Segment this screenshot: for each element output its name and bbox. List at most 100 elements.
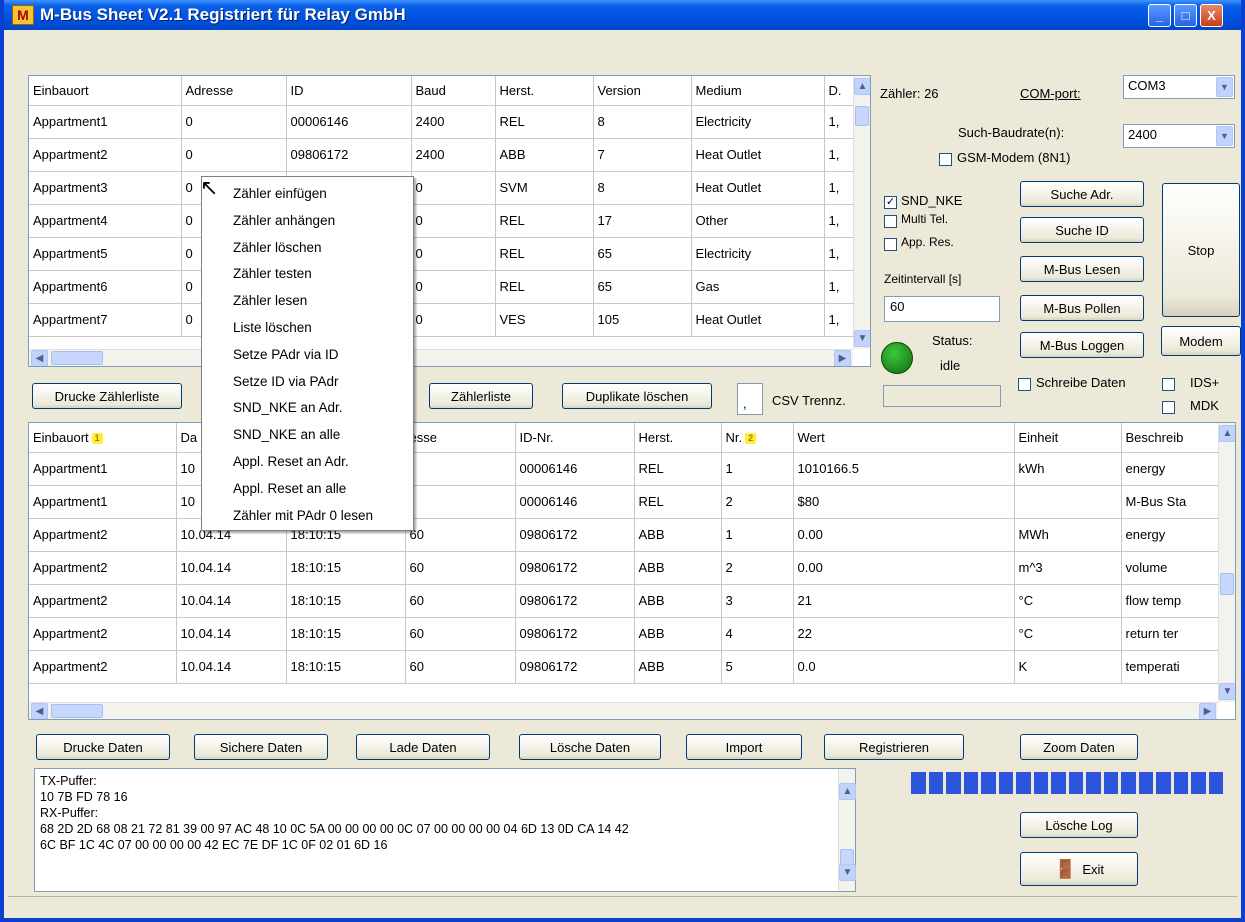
data-cell[interactable]: 09806172	[515, 617, 635, 651]
meter-cell[interactable]: Appartment4	[29, 204, 182, 238]
meter-cell[interactable]: ABB	[495, 138, 594, 172]
scroll-up-icon[interactable]: ▲	[839, 783, 856, 800]
data-cell[interactable]	[405, 485, 516, 519]
mbus-pollen-button[interactable]: M-Bus Pollen	[1020, 295, 1144, 321]
data-cell[interactable]: 10.04.14	[176, 650, 287, 684]
loesche-log-button[interactable]: Lösche Log	[1020, 812, 1138, 838]
meter-cell[interactable]: Appartment7	[29, 303, 182, 337]
data-row[interactable]: Appartment2 10.04.14 18:10:15 60 09806172 ABB…	[29, 617, 1220, 651]
meter-cell[interactable]: 105	[593, 303, 692, 337]
drucke-zaehlerliste-button[interactable]: Drucke Zählerliste	[32, 383, 182, 409]
data-column-header[interactable]: Wert	[793, 423, 1015, 453]
context-menu-item[interactable]: Appl. Reset an Adr.	[202, 449, 413, 476]
meter-hscroll[interactable]: ◀ ▶	[29, 349, 853, 366]
data-cell[interactable]: Appartment2	[29, 518, 177, 552]
data-cell[interactable]: 2	[721, 485, 794, 519]
data-column-header[interactable]: Nr. 2	[721, 423, 794, 453]
data-cell[interactable]: REL	[634, 485, 722, 519]
data-cell[interactable]: 10.04.14	[176, 617, 287, 651]
data-cell[interactable]: 60	[405, 584, 516, 618]
meter-cell[interactable]: 0	[411, 237, 496, 271]
data-cell[interactable]: Appartment2	[29, 617, 177, 651]
meter-cell[interactable]: 7	[593, 138, 692, 172]
meter-cell[interactable]: VES	[495, 303, 594, 337]
data-cell[interactable]: 60	[405, 617, 516, 651]
data-column-header[interactable]: Einbauort 1	[29, 423, 177, 453]
data-cell[interactable]: 1	[721, 518, 794, 552]
meter-cell[interactable]: REL	[495, 237, 594, 271]
meter-cell[interactable]: 1,	[824, 270, 856, 304]
data-cell[interactable]: 09806172	[515, 650, 635, 684]
data-cell[interactable]: °C	[1014, 584, 1122, 618]
data-cell[interactable]: 10.04.14	[176, 584, 287, 618]
data-vscroll[interactable]: ▲ ▼	[1218, 423, 1235, 702]
meter-cell[interactable]: REL	[495, 105, 594, 139]
meter-cell[interactable]: REL	[495, 204, 594, 238]
data-cell[interactable]: kWh	[1014, 452, 1122, 486]
mdk-checkbox[interactable]	[1162, 401, 1175, 414]
context-menu-item[interactable]: Zähler einfügen	[202, 181, 413, 208]
data-cell[interactable]: 60	[405, 650, 516, 684]
scroll-left-icon[interactable]: ◀	[31, 350, 48, 366]
meter-cell[interactable]: 0	[411, 204, 496, 238]
scroll-down-icon[interactable]: ▼	[854, 330, 870, 347]
data-cell[interactable]	[405, 452, 516, 486]
meter-cell[interactable]: SVM	[495, 171, 594, 205]
meter-column-header[interactable]: Einbauort	[29, 76, 182, 106]
import-button[interactable]: Import	[686, 734, 802, 760]
context-menu-item[interactable]: Setze ID via PAdr	[202, 369, 413, 396]
meter-cell[interactable]: 0	[411, 303, 496, 337]
data-cell[interactable]: ABB	[634, 551, 722, 585]
meter-column-header[interactable]: ID	[286, 76, 412, 106]
meter-column-header[interactable]: D.	[824, 76, 856, 106]
multi-tel-checkbox[interactable]	[884, 215, 897, 228]
csv-separator-input[interactable]: ,	[737, 383, 763, 415]
data-cell[interactable]: Appartment2	[29, 584, 177, 618]
context-menu-item[interactable]: SND_NKE an alle	[202, 422, 413, 449]
meter-cell[interactable]: Gas	[691, 270, 825, 304]
zaehlerliste-button[interactable]: Zählerliste	[429, 383, 533, 409]
meter-vscroll[interactable]: ▲ ▼	[853, 76, 870, 349]
meter-cell[interactable]: 1,	[824, 303, 856, 337]
meter-cell[interactable]: 09806172	[286, 138, 412, 172]
minimize-button[interactable]: _	[1148, 4, 1171, 27]
com-port-select[interactable]: COM3 ▼	[1123, 75, 1235, 99]
app-res-checkbox[interactable]	[884, 238, 897, 251]
meter-list-grid[interactable]: Einbauort Adresse ID Baud Herst. Version Mediu…	[28, 75, 871, 367]
meter-cell[interactable]: Appartment1	[29, 105, 182, 139]
mbus-lesen-button[interactable]: M-Bus Lesen	[1020, 256, 1144, 282]
meter-cell[interactable]: REL	[495, 270, 594, 304]
meter-cell[interactable]: Appartment3	[29, 171, 182, 205]
suche-adr-button[interactable]: Suche Adr.	[1020, 181, 1144, 207]
meter-cell[interactable]: Other	[691, 204, 825, 238]
meter-cell[interactable]: 2400	[411, 105, 496, 139]
meter-cell[interactable]: 00006146	[286, 105, 412, 139]
data-cell[interactable]	[1014, 485, 1122, 519]
data-cell[interactable]: 0.00	[793, 518, 1015, 552]
gsm-modem-checkbox[interactable]	[939, 153, 952, 166]
data-cell[interactable]: 5	[721, 650, 794, 684]
scroll-thumb[interactable]	[840, 849, 854, 865]
modem-button[interactable]: Modem	[1161, 326, 1241, 356]
data-cell[interactable]: m^3	[1014, 551, 1122, 585]
meter-column-header[interactable]: Version	[593, 76, 692, 106]
meter-cell[interactable]: 1,	[824, 171, 856, 205]
data-column-header[interactable]: Herst.	[634, 423, 722, 453]
chevron-down-icon[interactable]: ▼	[1216, 77, 1233, 97]
data-cell[interactable]: ABB	[634, 518, 722, 552]
data-cell[interactable]: Appartment1	[29, 452, 177, 486]
suche-id-button[interactable]: Suche ID	[1020, 217, 1144, 243]
data-cell[interactable]: 18:10:15	[286, 650, 406, 684]
exit-button[interactable]: 🚪 Exit	[1020, 852, 1138, 886]
data-cell[interactable]: 21	[793, 584, 1015, 618]
data-cell[interactable]: 3	[721, 584, 794, 618]
data-row[interactable]: Appartment2 10.04.14 18:10:15 60 09806172 ABB…	[29, 551, 1220, 585]
context-menu-item[interactable]: SND_NKE an Adr.	[202, 395, 413, 422]
scroll-thumb[interactable]	[51, 704, 103, 718]
title-bar[interactable]: M M-Bus Sheet V2.1 Registriert für Relay…	[4, 0, 1241, 30]
meter-cell[interactable]: Heat Outlet	[691, 171, 825, 205]
data-cell[interactable]: 60	[405, 518, 516, 552]
data-cell[interactable]: return ter	[1121, 617, 1220, 651]
meter-row[interactable]: Appartment6 0 0 REL 65 Gas 1,	[29, 270, 856, 304]
context-menu-item[interactable]: Setze PAdr via ID	[202, 342, 413, 369]
